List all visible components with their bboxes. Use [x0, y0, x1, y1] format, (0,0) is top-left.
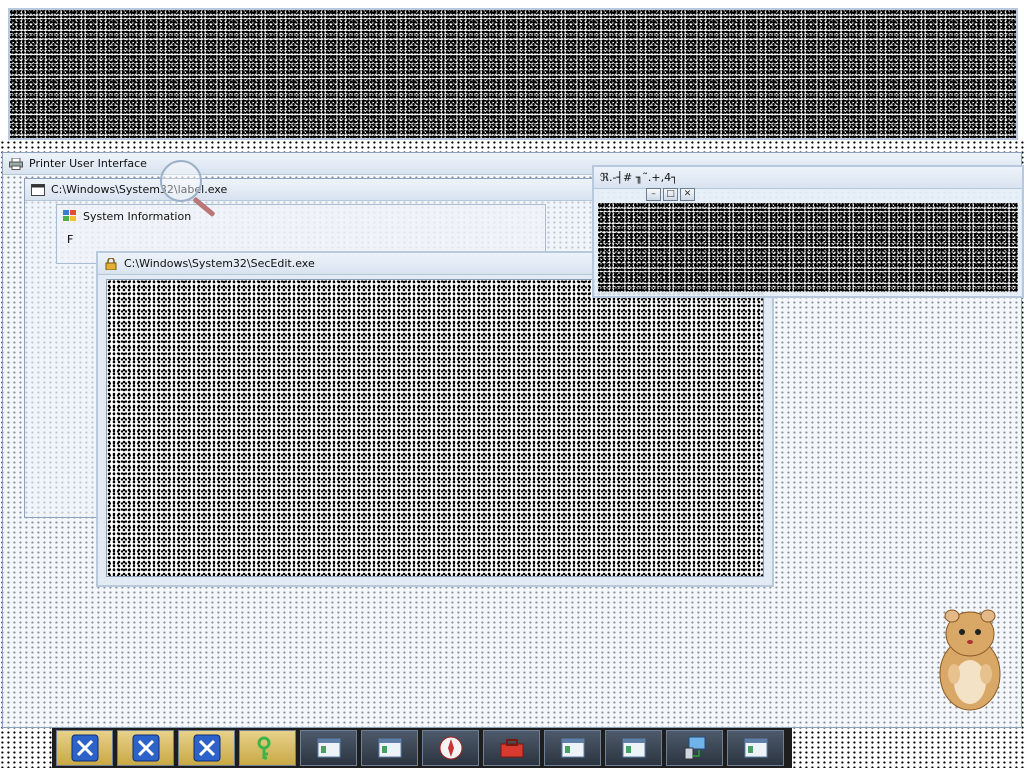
- magnifier-lens-icon[interactable]: [160, 160, 202, 202]
- compass-icon: [439, 736, 462, 760]
- toolbox-icon: [500, 739, 523, 758]
- garbled-title: ℜ.-┤# ╖˜.+,4┐: [600, 171, 678, 184]
- lock-app-icon: [105, 257, 117, 270]
- taskbar-button-4[interactable]: [239, 730, 296, 766]
- window-app-icon: [622, 738, 645, 758]
- system-information-titlebar[interactable]: System Information: [57, 205, 545, 227]
- minimize-button[interactable]: –: [646, 188, 661, 201]
- secedit-window[interactable]: C:\Windows\System32\SecEdit.exe – □ ✕: [96, 251, 774, 587]
- close-x-icon: [132, 734, 159, 762]
- garbled-window[interactable]: ℜ.-┤# ╖˜.+,4┐ – □ ✕: [592, 165, 1024, 298]
- system-info-icon: [63, 210, 76, 221]
- printer-icon: [9, 157, 23, 170]
- maximize-button[interactable]: □: [663, 188, 678, 201]
- system-information-partial-text: F: [67, 233, 74, 246]
- taskbar-button-2[interactable]: [117, 730, 174, 766]
- window-app-icon: [378, 738, 401, 758]
- taskbar-button-5[interactable]: [300, 730, 357, 766]
- taskbar-button-9[interactable]: [544, 730, 601, 766]
- garbled-client-area[interactable]: [598, 203, 1018, 292]
- window-app-icon: [744, 738, 767, 758]
- window-app-icon: [561, 738, 584, 758]
- printer-ui-title: Printer User Interface: [29, 157, 147, 170]
- taskbar: [52, 728, 792, 768]
- close-button[interactable]: ✕: [680, 188, 695, 201]
- taskbar-button-6[interactable]: [361, 730, 418, 766]
- window-app-icon: [317, 738, 340, 758]
- taskbar-button-12[interactable]: [727, 730, 784, 766]
- taskbar-button-7[interactable]: [422, 730, 479, 766]
- taskbar-button-10[interactable]: [605, 730, 662, 766]
- network-computer-icon: [684, 736, 705, 760]
- close-x-icon: [71, 734, 98, 762]
- system-information-title: System Information: [83, 209, 192, 223]
- top-noise-banner: [8, 8, 1018, 140]
- secedit-client-area[interactable]: [106, 279, 764, 577]
- taskbar-button-1[interactable]: [56, 730, 113, 766]
- key-icon: [257, 736, 270, 760]
- taskbar-button-3[interactable]: [178, 730, 235, 766]
- taskbar-button-11[interactable]: [666, 730, 723, 766]
- garbled-window-controls: – □ ✕: [646, 188, 695, 201]
- garbled-titlebar[interactable]: ℜ.-┤# ╖˜.+,4┐: [594, 167, 1022, 189]
- label-exe-titlebar[interactable]: C:\Windows\System32\label.exe: [25, 179, 598, 201]
- close-x-icon: [193, 734, 220, 762]
- taskbar-button-8[interactable]: [483, 730, 540, 766]
- secedit-title: C:\Windows\System32\SecEdit.exe: [124, 257, 315, 270]
- console-icon: [31, 183, 45, 196]
- hamster-mascot-icon[interactable]: [928, 604, 1008, 714]
